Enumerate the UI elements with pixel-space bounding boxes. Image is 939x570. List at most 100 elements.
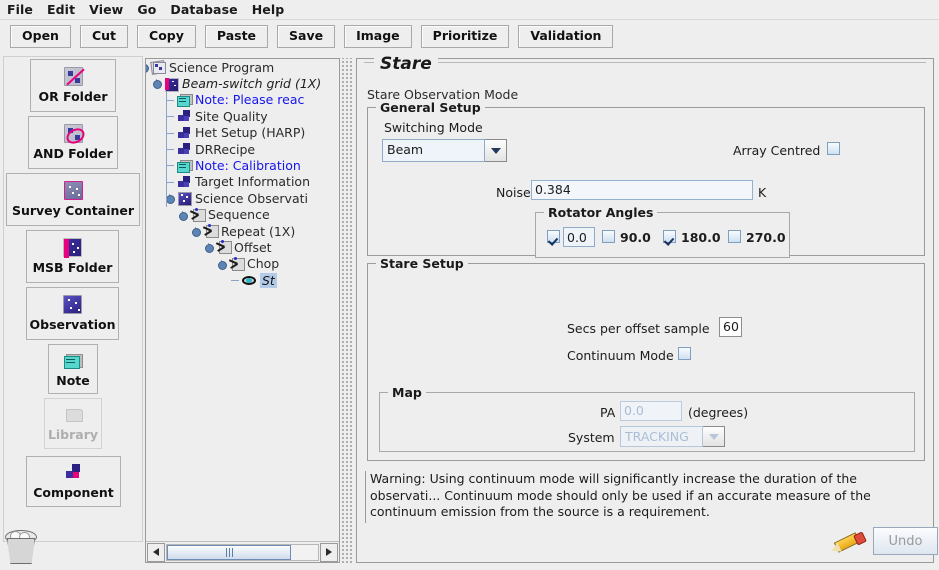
tree-node[interactable]: Sequence [146,207,339,223]
palette-label: Library [47,427,99,442]
paste-button[interactable]: Paste [204,25,269,48]
scroll-thumb[interactable] [167,544,291,560]
rotator-angle-90-checkbox[interactable] [602,230,615,243]
scroll-track[interactable] [166,543,319,561]
component-palette: OR Folder AND Folder Survey Container MS… [3,56,143,542]
tree-connector [166,116,174,118]
tree-node[interactable]: Offset [146,239,339,255]
or-folder-icon [63,67,85,86]
tree-node[interactable]: Science Observati [146,190,339,207]
palette-msb-folder[interactable]: MSB Folder [26,230,119,283]
split-pane-divider[interactable] [341,58,354,563]
sprinter-icon [215,239,232,255]
tree-node-label: DRRecipe [195,141,256,157]
tree-node[interactable]: Beam-switch grid (1X) [146,75,339,92]
tree-node-label: Offset [234,239,272,255]
tree-expand-handle[interactable] [204,243,214,254]
palette-library[interactable]: Library [44,398,102,449]
tree-node-label: Site Quality [195,108,268,124]
palette-label: Note [56,372,90,388]
and-folder-icon [63,124,87,147]
save-button[interactable]: Save [277,25,336,48]
palette-or-folder[interactable]: OR Folder [30,59,116,112]
pa-input[interactable]: 0.0 [620,401,682,421]
secs-per-offset-sample-label: Secs per offset sample [567,321,710,336]
trash-icon[interactable] [5,528,37,564]
undo-button[interactable]: Undo [873,527,938,555]
library-folder-icon [64,405,83,424]
palette-component[interactable]: Component [26,456,121,507]
stare-editor-panel: Stare Stare Observation Mode General Set… [356,54,938,563]
chevron-down-icon[interactable] [485,139,507,162]
tree-node-label: Science Observati [195,190,308,206]
tree-node[interactable]: Target Information [146,174,339,190]
tree-node[interactable]: DRRecipe [146,141,339,157]
open-button[interactable]: Open [10,25,71,48]
tree-node[interactable]: Note: Please reac [146,92,339,108]
palette-and-folder[interactable]: AND Folder [28,116,118,169]
switching-mode-label: Switching Mode [384,120,483,135]
palette-label: MSB Folder [32,260,113,275]
rotator-angle-270-label: 270.0 [746,230,786,245]
menu-help[interactable]: Help [245,1,292,18]
menu-view[interactable]: View [82,1,130,18]
system-select[interactable]: TRACKING [620,426,725,447]
tree-node[interactable]: Chop [146,256,339,272]
secs-per-offset-sample-input[interactable]: 60 [719,317,742,337]
menu-database[interactable]: Database [163,1,244,18]
tree-expand-handle[interactable] [191,226,201,237]
validation-button[interactable]: Validation [518,25,614,48]
note-icon [176,158,193,174]
continuum-mode-label: Continuum Mode [567,348,674,363]
palette-observation[interactable]: Observation [26,287,119,340]
survey-container-icon [63,181,83,200]
tree-node[interactable]: Science Program [146,59,339,76]
tree-connector [166,181,174,183]
scroll-left-button[interactable] [147,542,165,562]
tree-node[interactable]: Repeat (1X) [146,223,339,239]
component-icon [64,463,83,482]
tree-expand-handle[interactable] [217,259,227,270]
rotator-angle-180-checkbox[interactable] [663,230,676,243]
chevron-down-icon[interactable] [703,426,725,447]
rotator-angle-270-checkbox[interactable] [728,230,741,243]
palette-label: Component [33,485,114,500]
palette-survey-container[interactable]: Survey Container [6,173,140,226]
continuum-mode-checkbox[interactable] [678,347,691,360]
copy-button[interactable]: Copy [137,25,196,48]
rotator-angle-0-checkbox[interactable] [547,230,560,243]
cut-button[interactable]: Cut [79,25,129,48]
tree-node-label: Note: Please reac [195,92,305,108]
sprinter-icon [189,207,206,223]
tree-expand-handle[interactable] [146,63,149,73]
menu-file[interactable]: File [0,1,40,18]
tree-horizontal-scrollbar[interactable] [146,541,339,562]
tree-node-label: Repeat (1X) [221,223,296,239]
menu-edit[interactable]: Edit [40,1,82,18]
tree-expand-handle[interactable] [152,79,162,90]
switching-mode-select[interactable]: Beam [382,139,507,162]
right-arrow-icon [326,548,332,556]
tree-node[interactable]: Note: Calibration [146,157,339,173]
science-program-tree[interactable]: Science Program Beam-switch grid (1X) Note… [146,59,339,540]
tree-node[interactable]: Het Setup (HARP) [146,125,339,141]
noise-input[interactable]: 0.384 [531,180,753,200]
tree-expand-handle[interactable] [178,210,188,221]
tree-connector [166,148,174,150]
note-icon [63,351,83,370]
menu-bar: File Edit View Go Database Help [0,0,939,20]
editor-footer: Undo [365,527,938,557]
observation-icon [63,295,82,314]
prioritize-button[interactable]: Prioritize [420,25,510,48]
tree-node[interactable]: St [146,272,339,288]
rotator-angle-0-label: 0.0 [567,230,587,245]
tree-node-label: Het Setup (HARP) [195,125,306,141]
image-button[interactable]: Image [344,25,412,48]
menu-go[interactable]: Go [130,1,163,18]
map-group: Map PA 0.0 (degrees) System TRACKING [379,385,915,452]
tree-node[interactable]: Site Quality [146,108,339,124]
array-centred-checkbox[interactable] [827,142,840,155]
palette-note[interactable]: Note [48,344,98,394]
scroll-right-button[interactable] [320,542,338,562]
tree-connector [166,165,174,167]
